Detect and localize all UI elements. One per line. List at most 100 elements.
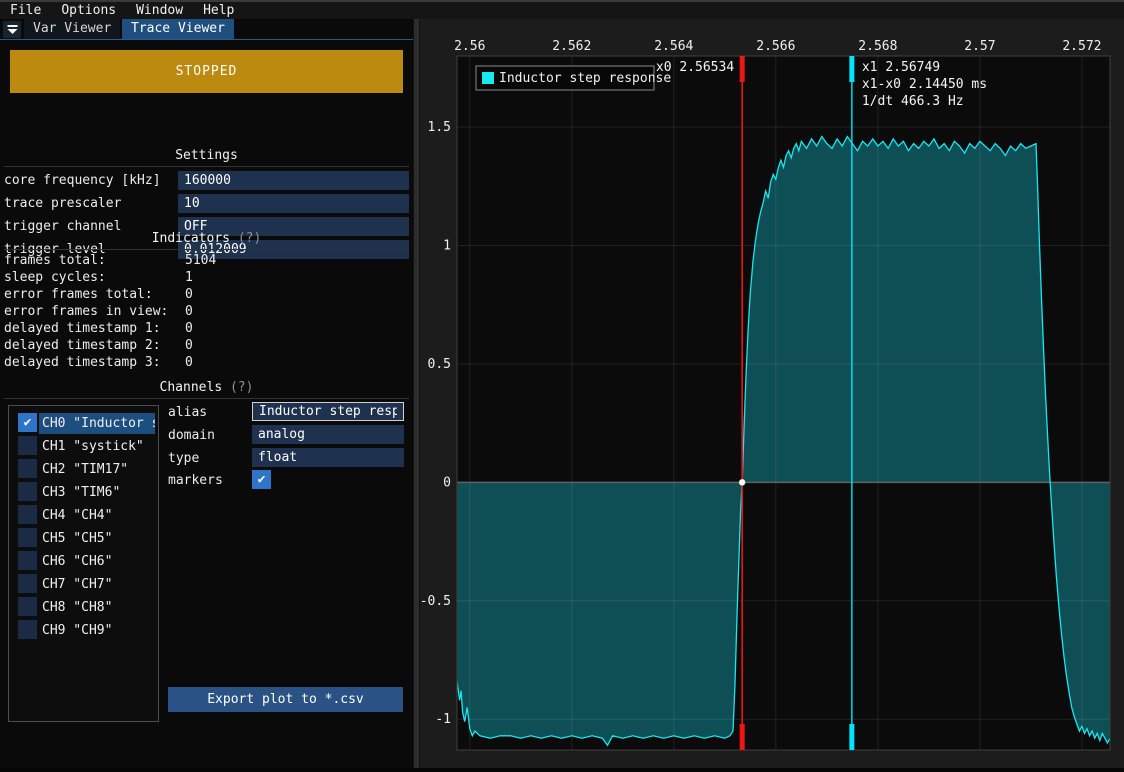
x-tick-label: 2.562 — [552, 39, 591, 54]
indicator-value-3: 0 — [185, 304, 193, 319]
left-panel: STOPPED Settings core frequency [kHz] tra… — [0, 40, 413, 768]
marker-x1-top-handle[interactable] — [849, 56, 854, 82]
channel-row-9[interactable]: CH9 "CH9" — [9, 619, 158, 642]
markers-checkbox[interactable]: ✔ — [252, 470, 271, 489]
legend-swatch — [482, 72, 494, 84]
markers-label: markers — [168, 471, 223, 490]
channel-checkbox-9[interactable] — [18, 620, 37, 639]
menu-file[interactable]: File — [0, 2, 51, 19]
channel-checkbox-5[interactable] — [18, 528, 37, 547]
tab-list-dropdown-icon — [7, 24, 18, 35]
indicator-label-4: delayed timestamp 1: — [4, 321, 161, 336]
setting-input-trace-prescaler[interactable] — [178, 194, 409, 213]
channel-row-0[interactable]: ✔CH0 "Inductor st — [9, 412, 158, 435]
alias-label: alias — [168, 403, 207, 422]
channel-name-2[interactable]: CH2 "TIM17" — [39, 459, 131, 480]
y-tick-label: -1 — [435, 712, 451, 727]
marker-x0-top-handle[interactable] — [740, 56, 745, 82]
marker-x1-bottom-handle[interactable] — [849, 724, 854, 750]
tab-trace-viewer[interactable]: Trace Viewer — [122, 19, 234, 39]
setting-label-0: core frequency [kHz] — [4, 171, 161, 190]
channel-row-3[interactable]: CH3 "TIM6" — [9, 481, 158, 504]
channel-row-8[interactable]: CH8 "CH8" — [9, 596, 158, 619]
y-tick-label: 1 — [443, 238, 451, 253]
channel-name-0[interactable]: CH0 "Inductor st — [39, 413, 155, 434]
channel-row-7[interactable]: CH7 "CH7" — [9, 573, 158, 596]
acquisition-state-button[interactable]: STOPPED — [10, 50, 403, 93]
marker-x1-readout: x1 2.56749 — [862, 60, 940, 75]
domain-label: domain — [168, 426, 215, 445]
channel-name-1[interactable]: CH1 "systick" — [39, 436, 147, 457]
channel-name-6[interactable]: CH6 "CH6" — [39, 551, 115, 572]
type-input[interactable] — [252, 448, 404, 467]
indicator-label-3: error frames in view: — [4, 304, 168, 319]
tab-var-viewer[interactable]: Var Viewer — [24, 19, 120, 39]
menu-options[interactable]: Options — [51, 2, 126, 19]
menu-bar: FileOptionsWindowHelp — [0, 0, 1124, 19]
marker-x1-readout: x1-x0 2.14450 ms — [862, 77, 987, 92]
channel-row-5[interactable]: CH5 "CH5" — [9, 527, 158, 550]
tab-strip: Var ViewerTrace Viewer — [0, 19, 413, 40]
menu-help[interactable]: Help — [193, 2, 244, 19]
x-tick-label: 2.566 — [756, 39, 795, 54]
channel-name-7[interactable]: CH7 "CH7" — [39, 574, 115, 595]
indicators-help-icon[interactable]: (?) — [238, 231, 261, 246]
indicator-value-6: 0 — [185, 355, 193, 370]
channel-checkbox-0[interactable]: ✔ — [18, 413, 37, 432]
type-label: type — [168, 449, 199, 468]
channel-checkbox-6[interactable] — [18, 551, 37, 570]
x-tick-label: 2.572 — [1062, 39, 1101, 54]
channel-checkbox-4[interactable] — [18, 505, 37, 524]
channel-name-4[interactable]: CH4 "CH4" — [39, 505, 115, 526]
marker-x0-point — [739, 479, 745, 485]
alias-input[interactable] — [252, 402, 404, 421]
x-tick-label: 2.57 — [964, 39, 995, 54]
indicator-label-2: error frames total: — [4, 287, 153, 302]
setting-label-1: trace prescaler — [4, 194, 121, 213]
channel-name-3[interactable]: CH3 "TIM6" — [39, 482, 123, 503]
marker-x0-bottom-handle[interactable] — [740, 724, 745, 750]
channel-checkbox-1[interactable] — [18, 436, 37, 455]
section-divider — [4, 398, 409, 399]
menu-window[interactable]: Window — [126, 2, 193, 19]
indicators-section-title: Indicators (?) — [0, 230, 413, 247]
trace-plot-panel: 2.56 2.562 2.564 2.566 2.568 2.57 2.572 1.5 1 0.5… — [420, 19, 1124, 768]
x-tick-label: 2.564 — [654, 39, 693, 54]
channel-row-2[interactable]: CH2 "TIM17" — [9, 458, 158, 481]
y-tick-label: -0.5 — [420, 594, 451, 609]
channels-help-icon[interactable]: (?) — [230, 380, 253, 395]
indicator-value-0: 5104 — [185, 253, 216, 268]
settings-section-title: Settings — [0, 147, 413, 164]
channel-checkbox-2[interactable] — [18, 459, 37, 478]
section-divider — [4, 249, 409, 250]
channel-listbox[interactable]: ✔CH0 "Inductor stCH1 "systick"CH2 "TIM17… — [8, 405, 159, 722]
tab-list-dropdown-button[interactable] — [3, 21, 21, 38]
domain-input[interactable] — [252, 425, 404, 444]
section-divider — [4, 166, 409, 167]
channel-name-9[interactable]: CH9 "CH9" — [39, 620, 115, 641]
trace-plot[interactable]: 2.56 2.562 2.564 2.566 2.568 2.57 2.572 1.5 1 0.5… — [420, 19, 1124, 768]
indicator-value-2: 0 — [185, 287, 193, 302]
indicator-value-5: 0 — [185, 338, 193, 353]
channel-checkbox-7[interactable] — [18, 574, 37, 593]
channel-name-5[interactable]: CH5 "CH5" — [39, 528, 115, 549]
channel-row-6[interactable]: CH6 "CH6" — [9, 550, 158, 573]
channel-row-4[interactable]: CH4 "CH4" — [9, 504, 158, 527]
channel-row-1[interactable]: CH1 "systick" — [9, 435, 158, 458]
panel-splitter[interactable] — [413, 19, 420, 768]
x-tick-label: 2.56 — [454, 39, 485, 54]
setting-input-core-frequency-kHz-[interactable] — [178, 171, 409, 190]
channel-name-8[interactable]: CH8 "CH8" — [39, 597, 115, 618]
y-tick-label: 1.5 — [428, 120, 451, 135]
channel-checkbox-3[interactable] — [18, 482, 37, 501]
channel-checkbox-8[interactable] — [18, 597, 37, 616]
indicator-label-1: sleep cycles: — [4, 270, 106, 285]
channels-section-title: Channels (?) — [0, 379, 413, 396]
x-tick-label: 2.568 — [858, 39, 897, 54]
indicator-value-1: 1 — [185, 270, 193, 285]
y-tick-label: 0.5 — [428, 357, 451, 372]
y-tick-label: 0 — [443, 475, 451, 490]
indicator-value-4: 0 — [185, 321, 193, 336]
export-csv-button[interactable]: Export plot to *.csv — [168, 687, 403, 712]
marker-x1-readout: 1/dt 466.3 Hz — [862, 94, 964, 109]
